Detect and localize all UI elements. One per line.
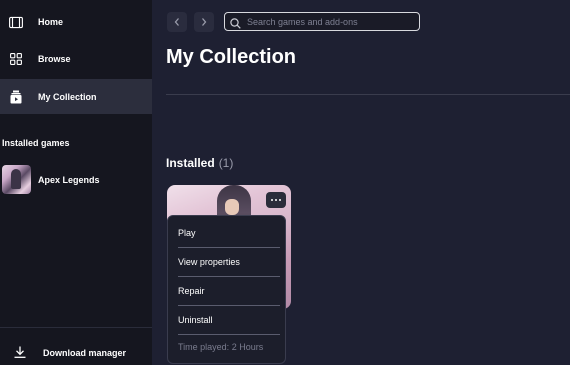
menu-item-play[interactable]: Play bbox=[178, 219, 280, 248]
menu-item-uninstall[interactable]: Uninstall bbox=[178, 306, 280, 335]
installed-heading: Installed (1) bbox=[166, 156, 233, 170]
context-menu: Play View properties Repair Uninstall Ti… bbox=[167, 215, 286, 364]
menu-item-view-properties[interactable]: View properties bbox=[178, 248, 280, 277]
nav-browse-label: Browse bbox=[38, 53, 71, 64]
menu-item-repair[interactable]: Repair bbox=[178, 277, 280, 306]
nav-my-collection[interactable]: My Collection bbox=[0, 79, 152, 114]
page-title: My Collection bbox=[166, 46, 297, 68]
sidebar-game-label: Apex Legends bbox=[38, 175, 100, 185]
chevron-right-icon bbox=[202, 18, 207, 26]
grid-icon bbox=[9, 52, 23, 66]
forward-button[interactable] bbox=[194, 12, 214, 32]
search-input[interactable] bbox=[247, 14, 417, 29]
chevron-left-icon bbox=[174, 18, 179, 26]
more-icon-dot bbox=[279, 199, 281, 201]
time-played: Time played: 2 Hours bbox=[178, 342, 264, 352]
installed-heading-label: Installed bbox=[166, 156, 215, 170]
installed-count: (1) bbox=[218, 156, 234, 170]
collection-icon bbox=[9, 90, 23, 104]
more-icon bbox=[271, 199, 273, 201]
more-options-button[interactable] bbox=[266, 192, 286, 208]
sidebar: Home Browse My Collection Installed game… bbox=[0, 0, 152, 365]
game-art-face bbox=[225, 199, 239, 215]
back-button[interactable] bbox=[167, 12, 187, 32]
nav-browse[interactable]: Browse bbox=[0, 41, 152, 76]
installed-games-title: Installed games bbox=[2, 138, 70, 148]
divider bbox=[166, 94, 570, 95]
more-icon-dot bbox=[275, 199, 277, 201]
nav-my-collection-label: My Collection bbox=[38, 91, 97, 102]
search-icon bbox=[230, 16, 241, 34]
nav-home-label: Home bbox=[38, 16, 64, 27]
window-icon bbox=[9, 15, 23, 29]
game-thumbnail bbox=[2, 165, 31, 194]
search-box[interactable] bbox=[224, 12, 420, 31]
nav-home[interactable]: Home bbox=[0, 4, 152, 39]
download-manager-button[interactable]: Download manager bbox=[0, 327, 152, 365]
sidebar-game-apex-legends[interactable]: Apex Legends bbox=[0, 163, 152, 197]
download-icon bbox=[13, 345, 27, 359]
download-manager-label: Download manager bbox=[43, 348, 127, 358]
